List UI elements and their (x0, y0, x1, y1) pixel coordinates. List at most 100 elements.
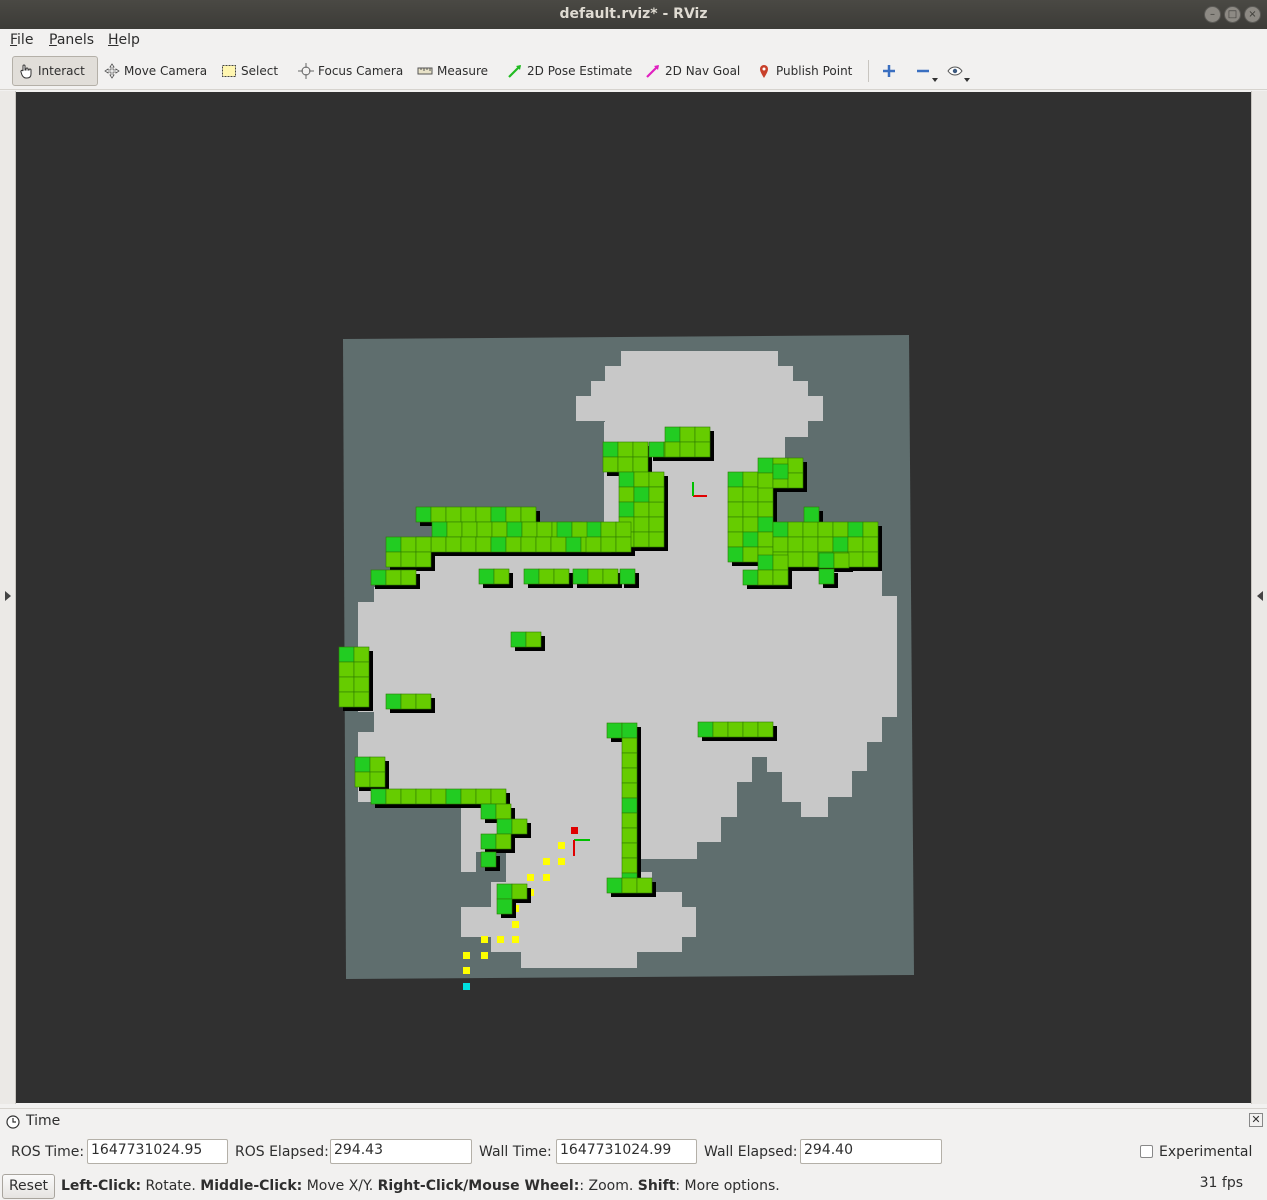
obstacle-cube (772, 521, 789, 538)
menu-file[interactable]: File (10, 32, 33, 48)
tool-measure-button[interactable]: Measure (412, 56, 493, 86)
obstacle-cube (621, 737, 638, 754)
obstacle-cube (431, 521, 448, 538)
toolbar: Interact Move Camera Select Focus Camera… (0, 52, 1267, 90)
tool-2d-pose-estimate-button[interactable]: 2D Pose Estimate (502, 56, 637, 86)
ros-elapsed-field[interactable]: 294.43 (330, 1139, 472, 1164)
wall-elapsed-field[interactable]: 294.40 (800, 1139, 942, 1164)
obstacle-cube (415, 551, 432, 568)
menu-help-label: elp (118, 32, 140, 48)
obstacle-cube (742, 516, 759, 533)
obstacle-cube (353, 676, 370, 693)
time-panel: Time ✕ ROS Time: 1647731024.95 ROS Elaps… (0, 1108, 1267, 1168)
obstacle-cube (648, 441, 665, 458)
obstacle-cube (496, 898, 513, 915)
obstacle-cube (475, 536, 492, 553)
tool-focus-camera-button[interactable]: Focus Camera (293, 56, 408, 86)
magenta-arrow-icon (646, 65, 659, 78)
obstacle-cube (618, 501, 635, 518)
obstacle-cube (510, 631, 527, 648)
obstacle-cube (615, 536, 632, 553)
wall-time-label: Wall Time: (479, 1144, 552, 1160)
obstacle-cube (757, 501, 774, 518)
hand-pointer-icon (20, 64, 32, 79)
obstacle-cube (460, 506, 477, 523)
right-dock-collapse-bar[interactable] (1251, 91, 1267, 1104)
obstacle-cube (385, 551, 402, 568)
obstacle-cube (632, 456, 649, 473)
obstacle-cube (476, 521, 493, 538)
obstacle-cube (495, 833, 512, 850)
time-panel-title: Time (26, 1113, 61, 1129)
toolbar-separator (868, 60, 869, 82)
wall-time-field[interactable]: 1647731024.99 (556, 1139, 697, 1164)
obstacle-cube (415, 536, 432, 553)
tool-move-camera-button[interactable]: Move Camera (99, 56, 212, 86)
obstacle-cube (480, 803, 497, 820)
close-icon[interactable]: × (1244, 6, 1261, 23)
add-tool-button[interactable] (876, 56, 906, 86)
obstacle-cube (817, 521, 834, 538)
obstacle-cube (571, 521, 588, 538)
obstacle-cube (460, 536, 477, 553)
obstacle-cube (618, 486, 635, 503)
map-pin-icon (760, 65, 768, 78)
obstacle-cube (338, 691, 355, 708)
tool-visibility-button[interactable] (942, 56, 972, 86)
obstacle-cube (694, 426, 711, 443)
reset-button[interactable]: Reset (2, 1174, 55, 1199)
obstacle-cube (679, 426, 696, 443)
tool-publish-point-button[interactable]: Publish Point (751, 56, 857, 86)
obstacle-cube (491, 521, 508, 538)
obstacle-cube (833, 552, 850, 569)
tool-interact-label: Interact (38, 64, 85, 78)
obstacle-cube (712, 721, 729, 738)
obstacle-cube (772, 569, 789, 586)
left-dock-collapse-bar[interactable] (0, 91, 16, 1104)
close-panel-icon[interactable]: ✕ (1249, 1113, 1263, 1127)
window-title: default.rviz* - RViz (559, 6, 708, 22)
obstacle-cube (621, 842, 638, 859)
obstacle-cube (742, 546, 759, 563)
obstacle-cube (430, 788, 447, 805)
remove-tool-button[interactable] (910, 56, 940, 86)
tool-2d-nav-goal-button[interactable]: 2D Nav Goal (640, 56, 745, 86)
tool-select-button[interactable]: Select (216, 56, 283, 86)
obstacle-cube (802, 536, 819, 553)
obstacle-cube (480, 851, 497, 868)
focus-crosshair-icon (298, 63, 314, 79)
obstacle-cube (370, 569, 387, 586)
menu-panels[interactable]: Panels (49, 32, 94, 48)
obstacle-cube (664, 426, 681, 443)
obstacle-cube (727, 516, 744, 533)
obstacle-cube (415, 693, 432, 710)
obstacle-cube (354, 756, 371, 773)
fps-counter: 31 fps (1199, 1175, 1243, 1191)
obstacle-cube (600, 536, 617, 553)
obstacle-cube (727, 501, 744, 518)
tool-2d-pose-estimate-label: 2D Pose Estimate (527, 64, 633, 78)
obstacle-cube (353, 661, 370, 678)
obstacle-cube (506, 521, 523, 538)
obstacle-cube (538, 568, 555, 585)
ros-time-field[interactable]: 1647731024.95 (87, 1139, 228, 1164)
obstacle-cube (338, 676, 355, 693)
experimental-checkbox[interactable] (1140, 1145, 1153, 1158)
obstacle-cube (742, 486, 759, 503)
obstacle-cube (415, 506, 432, 523)
obstacle-cube (757, 569, 774, 586)
obstacle-cube (633, 486, 650, 503)
obstacle-cube (648, 501, 665, 518)
minimize-icon[interactable]: – (1204, 6, 1221, 23)
obstacle-cube (742, 501, 759, 518)
render-viewport[interactable] (16, 92, 1251, 1103)
menu-help[interactable]: Help (108, 32, 140, 48)
maximize-icon[interactable]: □ (1224, 6, 1241, 23)
tool-move-camera-label: Move Camera (124, 64, 208, 78)
hint-left-click: Left-Click: (61, 1178, 142, 1194)
obstacle-cube (400, 788, 417, 805)
tool-interact-button[interactable]: Interact (12, 56, 98, 86)
obstacle-cube (475, 506, 492, 523)
menu-panels-mnemonic: P (49, 32, 57, 48)
obstacle-cube (461, 521, 478, 538)
